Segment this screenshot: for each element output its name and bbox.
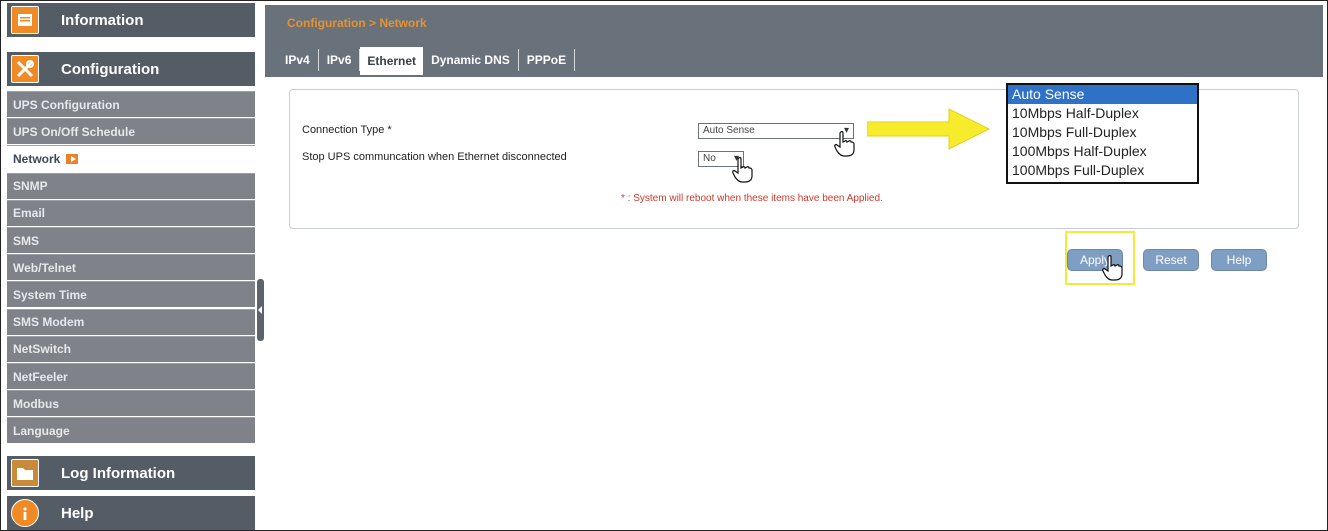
tab-ipv4[interactable]: IPv4 [277, 49, 319, 71]
stop-ups-value: No [703, 153, 716, 164]
sidebar: Information Configuration UPS Configurat… [1, 1, 255, 530]
sidebar-item-label: SNMP [13, 179, 48, 194]
sidebar-item-label: SMS [13, 233, 40, 248]
dropdown-option[interactable]: 100Mbps Half-Duplex [1008, 142, 1197, 161]
sidebar-item-label: Email [13, 206, 46, 221]
page: Information Configuration UPS Configurat… [0, 0, 1328, 531]
connection-type-dropdown[interactable]: Auto Sense 10Mbps Half-Duplex 10Mbps Full-… [1006, 83, 1199, 184]
arrow-right-icon [66, 153, 79, 164]
tab-pppoe[interactable]: PPPoE [519, 49, 576, 71]
yellow-arrow-icon [867, 108, 991, 150]
hand-cursor-icon [1102, 255, 1123, 281]
connection-type-value: Auto Sense [703, 125, 755, 136]
sidebar-section-log-information[interactable]: Log Information [7, 456, 255, 490]
sidebar-section-information[interactable]: Information [7, 3, 255, 37]
sidebar-item-label: Web/Telnet [13, 260, 76, 275]
connection-type-select[interactable]: Auto Sense ▾ [698, 123, 854, 139]
sidebar-item-modbus[interactable]: Modbus [7, 390, 255, 417]
information-icon [11, 6, 39, 34]
tab-bar: IPv4 IPv6 Ethernet Dynamic DNS PPPoE [277, 45, 576, 75]
folder-icon [11, 459, 39, 487]
sidebar-item-label: SMS Modem [13, 315, 85, 330]
sidebar-item-label: NetSwitch [13, 342, 72, 357]
reboot-note: * : System will reboot when these items … [621, 193, 883, 204]
stop-ups-label: Stop UPS communcation when Ethernet disc… [302, 151, 567, 163]
sidebar-item-email[interactable]: Email [7, 199, 255, 226]
hand-cursor-icon [732, 157, 753, 183]
sidebar-section-label: Help [61, 504, 94, 522]
sidebar-section-label: Log Information [61, 464, 176, 482]
tab-ipv6[interactable]: IPv6 [319, 49, 361, 71]
sidebar-section-configuration[interactable]: Configuration [7, 52, 255, 86]
dropdown-option[interactable]: Auto Sense [1008, 85, 1197, 104]
dropdown-option[interactable]: 10Mbps Full-Duplex [1008, 123, 1197, 142]
sidebar-item-label: Network [13, 151, 61, 166]
sidebar-item-ups-on-off-schedule[interactable]: UPS On/Off Schedule [7, 118, 255, 145]
sidebar-item-label: NetFeeler [13, 369, 68, 384]
breadcrumb: Configuration > Network [287, 16, 427, 30]
sidebar-item-ups-configuration[interactable]: UPS Configuration [7, 91, 255, 117]
sidebar-item-netfeeler[interactable]: NetFeeler [7, 363, 255, 389]
sidebar-item-system-time[interactable]: System Time [7, 281, 255, 308]
sidebar-item-snmp[interactable]: SNMP [7, 172, 255, 199]
connection-type-label: Connection Type * [302, 124, 392, 136]
sidebar-item-label: UPS Configuration [13, 97, 120, 112]
sidebar-item-netswitch[interactable]: NetSwitch [7, 335, 255, 362]
sidebar-section-label: Configuration [61, 60, 160, 78]
sidebar-item-label: Language [13, 423, 70, 438]
sidebar-item-network[interactable]: Network [7, 145, 255, 172]
hand-cursor-icon [834, 131, 855, 157]
dropdown-option[interactable]: 100Mbps Full-Duplex [1008, 161, 1197, 180]
sidebar-collapse-handle[interactable] [257, 279, 264, 341]
tab-dynamic-dns[interactable]: Dynamic DNS [423, 49, 519, 71]
help-button[interactable]: Help [1211, 249, 1267, 271]
tab-ethernet[interactable]: Ethernet [360, 47, 424, 75]
sidebar-section-help[interactable]: Help [7, 496, 255, 530]
tools-icon [11, 55, 39, 83]
sidebar-item-label: UPS On/Off Schedule [13, 124, 136, 139]
sidebar-item-label: System Time [13, 287, 87, 302]
sidebar-item-label: Modbus [13, 396, 59, 411]
sidebar-section-label: Information [61, 11, 144, 29]
sidebar-item-sms[interactable]: SMS [7, 227, 255, 253]
sidebar-item-sms-modem[interactable]: SMS Modem [7, 308, 255, 335]
dropdown-option[interactable]: 10Mbps Half-Duplex [1008, 104, 1197, 123]
sidebar-item-language[interactable]: Language [7, 417, 255, 444]
reset-button[interactable]: Reset [1143, 249, 1199, 271]
sidebar-item-web-telnet[interactable]: Web/Telnet [7, 254, 255, 281]
info-icon [11, 499, 39, 527]
content-header: Configuration > Network IPv4 IPv6 Ethernet… [265, 5, 1323, 77]
